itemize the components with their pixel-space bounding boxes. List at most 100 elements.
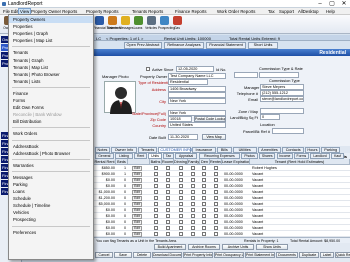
unit-checkbox[interactable] (179, 184, 183, 189)
unit-checkbox[interactable] (179, 220, 183, 225)
tab-short-units[interactable]: Short Units (248, 42, 278, 49)
edit-unit-button[interactable]: Edit (132, 178, 142, 183)
view-menu-item-bill-distribution[interactable]: Bill Distribution (9, 118, 93, 125)
close-button[interactable]: ✕ (338, 0, 350, 8)
view-menu-item-tenants-lists[interactable]: Tenants | Lists (9, 78, 93, 85)
label-button[interactable]: Label (320, 252, 334, 258)
subtab-general[interactable]: General (95, 153, 114, 159)
unit-checkbox[interactable] (202, 178, 206, 183)
tab-refinance-analyses[interactable]: Refinance Analyses (164, 42, 204, 49)
tab-bills[interactable]: Bills (216, 146, 232, 153)
tab-insurance[interactable]: Insurance (192, 146, 216, 153)
view-menu-item-tenants-photo-browser[interactable]: Tenants | Photo Browser (9, 71, 93, 78)
view-menu-item-forms[interactable]: Forms (9, 97, 93, 104)
toolbar-gas-button[interactable]: Gas (171, 16, 183, 33)
view-menu-item-loans[interactable]: Loans (9, 188, 93, 195)
unit-checkbox[interactable] (214, 232, 218, 237)
unit-checkbox[interactable] (202, 226, 206, 231)
menu-support[interactable]: Support (279, 9, 294, 14)
unit-checkbox[interactable] (202, 214, 206, 219)
view-menu-item-schedule[interactable]: Schedule (9, 195, 93, 202)
view-menu-item-work-orders[interactable]: Work Orders (9, 130, 93, 137)
unit-checkbox[interactable] (154, 190, 158, 195)
menu-finance-reports[interactable]: Finance Reports (175, 9, 207, 14)
unit-checkbox[interactable] (214, 178, 218, 183)
archive-units-button[interactable]: Archive Units (222, 244, 254, 250)
unit-checkbox[interactable] (154, 196, 158, 201)
unit-checkbox[interactable] (154, 178, 158, 183)
address-field[interactable]: 1406 Broadway (168, 86, 226, 92)
subtab-kauf[interactable]: Kauf (331, 153, 344, 159)
edit-unit-button[interactable]: Edit (132, 232, 142, 237)
unit-checkbox[interactable] (214, 214, 218, 219)
land-bldg-field[interactable]: 0 (260, 114, 280, 120)
view-menu-item-tenants-graph[interactable]: Tenants | Graph (9, 57, 93, 64)
save-button[interactable]: Save (114, 252, 132, 258)
unit-checkbox[interactable] (179, 196, 183, 201)
view-menu-item-prospecting[interactable]: Prospecting (9, 216, 93, 223)
edit-unit-button[interactable]: Edit (132, 166, 142, 171)
edit-unit-button[interactable]: Edit (132, 190, 142, 195)
edit-unit-button[interactable]: Edit (132, 220, 142, 225)
unit-checkbox[interactable] (166, 208, 170, 213)
unit-checkbox[interactable] (179, 190, 183, 195)
country-field[interactable]: United States (168, 122, 226, 128)
unit-checkbox[interactable] (166, 220, 170, 225)
subtab-listing[interactable]: Listing (114, 153, 134, 159)
unit-checkbox[interactable] (214, 220, 218, 225)
toolbar-vehicles-button[interactable]: Vehicles (145, 16, 157, 33)
state-field[interactable]: New York (168, 110, 226, 116)
subtab-income[interactable]: Income (276, 153, 294, 159)
subtab-forms[interactable]: Forms (294, 153, 309, 159)
tab-financial-statement[interactable]: Financial Statement (206, 42, 246, 49)
commission-type-field[interactable] (259, 72, 299, 78)
unit-checkbox[interactable] (191, 184, 195, 189)
unit-checkbox[interactable] (191, 214, 195, 219)
unit-checkbox[interactable] (202, 184, 206, 189)
unit-checkbox[interactable] (191, 226, 195, 231)
tab-owner-info[interactable]: Owner Info (111, 146, 137, 153)
edit-unit-button[interactable]: Edit (132, 184, 142, 189)
unit-checkbox[interactable] (154, 232, 158, 237)
view-menu-item-reconcile-bank-window[interactable]: Reconcile | Bank Window (9, 111, 93, 118)
edit-unit-button[interactable]: Edit (132, 196, 142, 201)
subtab-appraisal[interactable]: Appraisal (174, 153, 198, 159)
subtab-units[interactable]: Units (147, 153, 163, 159)
show-units-button[interactable]: Show Units (256, 244, 288, 250)
unit-checkbox[interactable] (214, 196, 218, 201)
view-menu-item-addressbook[interactable]: AddressBook (9, 143, 93, 150)
unit-checkbox[interactable] (191, 196, 195, 201)
toolbar-financial-statement-button[interactable]: Financial Statement (93, 16, 121, 33)
minimize-button[interactable]: – (314, 0, 326, 8)
unit-checkbox[interactable] (214, 202, 218, 207)
unit-checkbox[interactable] (179, 178, 183, 183)
menu-tax[interactable]: Tax (268, 9, 275, 14)
record-counter[interactable]: < Properties: 1 of 1 > (106, 36, 143, 41)
delete-button[interactable]: Delete (133, 252, 151, 258)
build-apartment-button[interactable]: Build Apartment (154, 244, 186, 250)
unit-checkbox[interactable] (154, 220, 158, 225)
unit-checkbox[interactable] (154, 172, 158, 177)
unit-checkbox[interactable] (154, 184, 158, 189)
unit-checkbox[interactable] (166, 178, 170, 183)
unit-checkbox[interactable] (202, 220, 206, 225)
unit-checkbox[interactable] (202, 190, 206, 195)
email-field[interactable]: steve@landlordreport.com (260, 96, 304, 102)
view-menu-item-preferences[interactable]: Preferences (9, 229, 93, 236)
unit-checkbox[interactable] (166, 232, 170, 237)
unit-checkbox[interactable] (179, 166, 183, 171)
menu-alldesktop[interactable]: AllDesktop (298, 9, 319, 14)
view-menu-item-tenants-map-list[interactable]: Tenants | Map List (9, 64, 93, 71)
tab-hours[interactable]: Hours (305, 146, 320, 153)
unit-checkbox[interactable] (191, 172, 195, 177)
tab-contacts[interactable]: Contacts (282, 146, 304, 153)
view-menu-item-messages[interactable]: Messages (9, 174, 93, 181)
unit-checkbox[interactable] (214, 172, 218, 177)
view-menu-item-addressbook-photo-browser[interactable]: AddressBook | Photo Browser (9, 150, 93, 157)
maximize-button[interactable]: ▢ (326, 0, 338, 8)
view-menu-item-edit-own-forms[interactable]: Edit Own Forms (9, 104, 93, 111)
edit-unit-button[interactable]: Edit (132, 202, 142, 207)
tab-utilities[interactable]: Utilities (232, 146, 257, 153)
unit-checkbox[interactable] (191, 202, 195, 207)
tab-customer-info[interactable]: CUSTOMER INFO (158, 146, 192, 153)
